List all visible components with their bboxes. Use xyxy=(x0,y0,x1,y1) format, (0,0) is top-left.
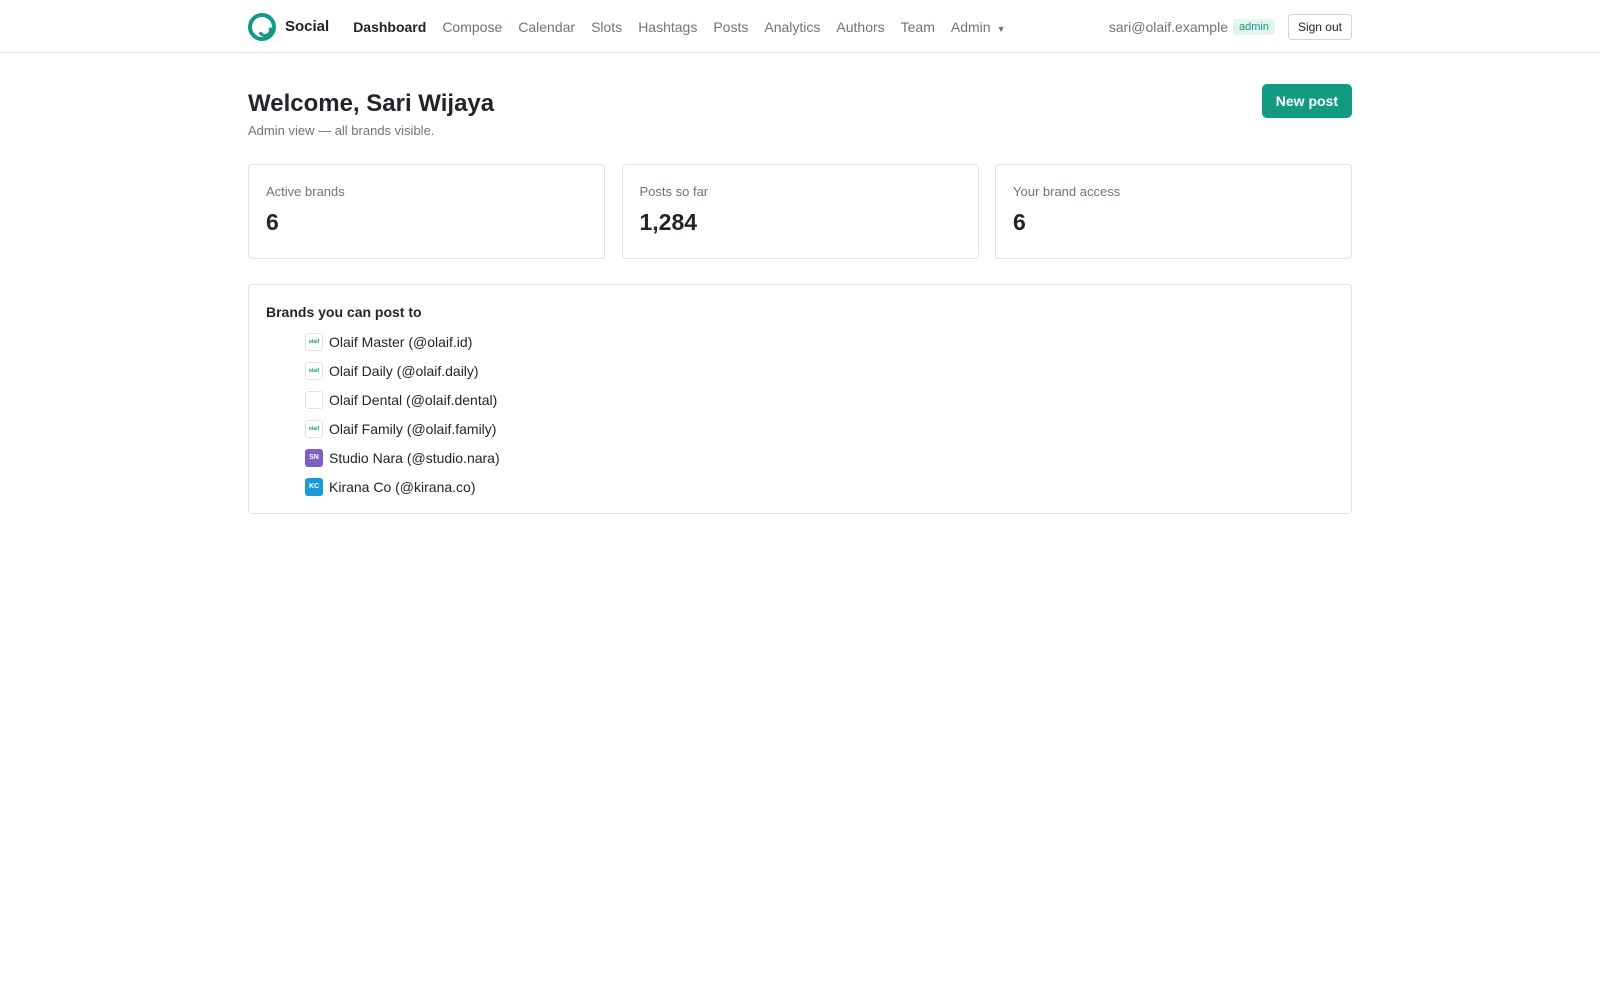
nav-team[interactable]: Team xyxy=(901,19,935,35)
nav-dashboard[interactable]: Dashboard xyxy=(353,19,426,35)
brand-list-item: Olaif Dental (@olaif.dental) xyxy=(305,385,1334,414)
brand-name: Kirana Co (@kirana.co) xyxy=(329,478,476,495)
nav-authors[interactable]: Authors xyxy=(836,19,884,35)
user-area: sari@olaif.example admin Sign out xyxy=(1108,13,1352,40)
brand-logo-icon xyxy=(305,390,323,409)
role-badge: admin xyxy=(1232,18,1275,35)
brand-name: Olaif Dental (@olaif.dental) xyxy=(329,391,498,408)
brand-list-item: olaif Olaif Family (@olaif.family) xyxy=(305,414,1334,443)
brand-name: Olaif Daily (@olaif.daily) xyxy=(329,362,479,379)
brand-name: Olaif Family (@olaif.family) xyxy=(329,420,497,437)
brand-name: Olaif Master (@olaif.id) xyxy=(329,333,473,350)
stat-value: 6 xyxy=(1013,209,1026,235)
page-subtitle: Admin view — all brands visible. xyxy=(248,123,435,138)
nav-hashtags[interactable]: Hashtags xyxy=(638,19,697,35)
brand-avatar-icon: KC xyxy=(305,477,323,496)
new-post-button[interactable]: New post xyxy=(1261,84,1352,118)
stat-label: Active brands xyxy=(266,184,345,199)
brand-list: olaif Olaif Master (@olaif.id) olaif Ola… xyxy=(266,327,1334,501)
brand-list-item: SN Studio Nara (@studio.nara) xyxy=(305,443,1334,472)
stat-card-posts: Posts so far 1,284 xyxy=(621,164,979,259)
nav-slots[interactable]: Slots xyxy=(591,19,622,35)
nav-posts[interactable]: Posts xyxy=(713,19,748,35)
page-title: Welcome, Sari Wijaya xyxy=(248,90,495,117)
brands-card-title: Brands you can post to xyxy=(266,304,422,320)
brand-logo-icon: olaif xyxy=(305,332,323,351)
stat-card-active-brands: Active brands 6 xyxy=(248,164,605,259)
nav-links: Dashboard Compose Calendar Slots Hashtag… xyxy=(353,19,1021,35)
brand-list-item: olaif Olaif Daily (@olaif.daily) xyxy=(305,356,1334,385)
nav-admin-dropdown[interactable]: Admin ▼ xyxy=(951,19,1006,35)
user-email: sari@olaif.example xyxy=(1108,18,1228,35)
stat-value: 1,284 xyxy=(639,209,698,235)
brands-card: Brands you can post to olaif Olaif Maste… xyxy=(248,284,1352,514)
nav-calendar[interactable]: Calendar xyxy=(518,19,575,35)
stat-label: Your brand access xyxy=(1013,184,1121,199)
brand-logo-icon: olaif xyxy=(305,361,323,380)
sign-out-button[interactable]: Sign out xyxy=(1287,13,1352,40)
top-navbar: Social Dashboard Compose Calendar Slots … xyxy=(0,0,1600,53)
brand-name: Studio Nara (@studio.nara) xyxy=(329,449,500,466)
stat-value: 6 xyxy=(266,209,279,235)
nav-analytics[interactable]: Analytics xyxy=(764,19,820,35)
caret-down-icon: ▼ xyxy=(996,23,1006,34)
brand-home-link[interactable]: Social xyxy=(248,12,330,41)
main-content: Welcome, Sari Wijaya Admin view — all br… xyxy=(248,84,1352,514)
nav-compose[interactable]: Compose xyxy=(442,19,502,35)
stat-label: Posts so far xyxy=(639,184,709,199)
brand-avatar-icon: SN xyxy=(305,448,323,467)
stats-row: Active brands 6 Posts so far 1,284 Your … xyxy=(248,164,1352,259)
logo-icon xyxy=(248,12,276,41)
nav-admin-label: Admin xyxy=(950,18,991,35)
brand-name: Social xyxy=(285,18,330,35)
brand-list-item: olaif Olaif Master (@olaif.id) xyxy=(305,327,1334,356)
brand-list-item: KC Kirana Co (@kirana.co) xyxy=(305,472,1334,501)
brand-logo-icon: olaif xyxy=(305,419,323,438)
stat-card-brand-access: Your brand access 6 xyxy=(995,164,1352,259)
page-header: Welcome, Sari Wijaya Admin view — all br… xyxy=(248,84,1352,164)
